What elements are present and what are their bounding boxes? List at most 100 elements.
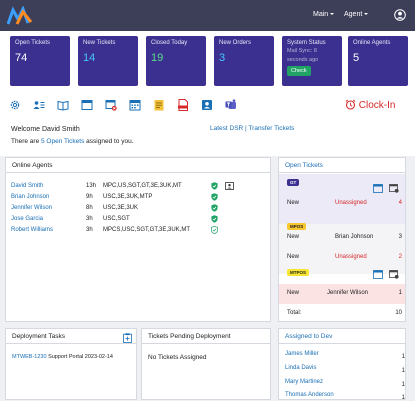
tile-closed-today[interactable]: Closed Today 19 [146, 36, 206, 86]
chevron-down-icon [364, 13, 369, 16]
tile-value: 3 [219, 52, 226, 64]
agent-skills: MPCS,USC,SGT,GT,3E,3UK,MT [103, 227, 191, 233]
agent-name[interactable]: Robert Williams [11, 227, 53, 233]
tile-online-agents[interactable]: Online Agents 5 [348, 36, 408, 86]
tile-label: System Status [287, 40, 326, 46]
stats-tiles: Open Tickets 74 New Tickets 14 Closed To… [0, 31, 415, 91]
contact-card-icon[interactable] [201, 99, 213, 111]
panel-title: Tickets Pending Deployment [142, 329, 270, 344]
ticket-row[interactable]: New Unassigned 4 [287, 200, 402, 206]
task-id-link[interactable]: MTWEB-1230 [12, 354, 47, 360]
transfer-tickets-link[interactable]: Transfer Tickets [248, 125, 294, 132]
main-menu[interactable]: Main [313, 11, 335, 18]
ticket-assignee: Unassigned [335, 254, 367, 260]
book-icon[interactable] [57, 99, 69, 111]
calendar-icon[interactable] [129, 99, 141, 111]
chevron-down-icon [330, 13, 335, 16]
tile-value: 74 [15, 52, 28, 64]
ticket-status: New [287, 254, 300, 260]
check-button[interactable]: Check [287, 66, 311, 77]
ticket-row[interactable]: New Jennifer Wilson 1 [287, 290, 402, 296]
agent-name[interactable]: Jennifer Wilson [11, 205, 52, 211]
mail-sync-time: seconds ago [287, 57, 319, 64]
dev-count: 1 [401, 395, 405, 401]
agent-name[interactable]: Jose Garcia [11, 216, 43, 222]
tile-new-tickets[interactable]: New Tickets 14 [78, 36, 138, 86]
alarm-clock-icon [345, 99, 356, 110]
tile-value: 19 [151, 52, 164, 64]
dev-count: 1 [401, 382, 405, 388]
quick-links: Latest DSR | Transfer Tickets [210, 125, 294, 132]
window-close-icon[interactable] [105, 99, 117, 111]
main-menu-label: Main [313, 11, 329, 18]
agent-hours: 8h [86, 205, 93, 211]
teams-icon[interactable] [225, 99, 237, 111]
shield-check-icon [211, 182, 218, 190]
welcome-message: Welcome David Smith [11, 126, 80, 133]
latest-dsr-link[interactable]: Latest DSR [210, 125, 243, 132]
panel-title: Open Tickets [279, 158, 405, 173]
ticket-group-mtpos: New Jennifer Wilson 1 [279, 284, 405, 304]
agent-hours: 9h [86, 194, 93, 200]
dev-count: 1 [401, 354, 405, 360]
window-close-icon[interactable] [389, 184, 399, 193]
agent-skills: USC,3E,3UK [103, 205, 139, 211]
browser-window-icon[interactable] [373, 184, 383, 193]
open-tickets-link[interactable]: 5 Open Tickets [41, 138, 84, 145]
window-close-icon[interactable] [389, 270, 399, 279]
task-date: 2023-02-14 [84, 354, 113, 360]
shield-outline-icon [211, 226, 218, 234]
queue-badge: GT [287, 179, 300, 186]
agent-skills: USC,3E,3UK,MTP [103, 194, 153, 200]
agent-skills: MPC,US,SGT,GT,3E,3UK,MT [103, 183, 182, 189]
clock-in-label: Clock-In [358, 100, 396, 111]
browser-window-icon[interactable] [81, 99, 93, 111]
user-list-icon[interactable] [33, 99, 45, 111]
shield-check-icon [211, 193, 218, 201]
ticket-row[interactable]: New Brian Johnson 3 [287, 234, 402, 240]
tickets-pending-panel: Tickets Pending Deployment No Tickets As… [141, 328, 271, 400]
online-agents-panel: Online Agents David Smith 13h MPC,US,SGT… [5, 157, 271, 322]
agent-name[interactable]: David Smith [11, 183, 43, 189]
tile-label: Online Agents [353, 40, 391, 46]
tickets-total: Total: 10 [287, 310, 402, 316]
id-card-icon[interactable] [225, 182, 234, 190]
total-label: Total: [287, 310, 302, 316]
tile-open-tickets[interactable]: Open Tickets 74 [10, 36, 70, 86]
shield-check-icon [211, 204, 218, 212]
dev-count: 1 [401, 368, 405, 374]
dev-name[interactable]: Thomas Anderson [285, 392, 334, 398]
browser-window-icon[interactable] [373, 270, 383, 279]
tile-value: 14 [83, 52, 96, 64]
notes-icon[interactable] [153, 99, 165, 111]
tile-label: Open Tickets [15, 40, 51, 46]
dev-row: Thomas Anderson 1 [285, 392, 405, 401]
agent-menu-label: Agent [344, 11, 363, 18]
dev-name[interactable]: Mary Martinez [285, 379, 323, 385]
company-logo[interactable] [7, 6, 33, 26]
tile-system-status: System Status Mail Sync: 8 seconds ago C… [282, 36, 342, 86]
gear-icon[interactable] [9, 99, 21, 111]
tile-label: New Orders [219, 40, 252, 46]
user-circle-icon[interactable] [394, 9, 406, 21]
agent-menu[interactable]: Agent [344, 11, 369, 18]
tile-label: New Tickets [83, 40, 116, 46]
ticket-count: 4 [398, 200, 402, 206]
task-project: Support Portal [48, 354, 84, 360]
tile-new-orders[interactable]: New Orders 3 [214, 36, 274, 86]
ticket-status: New [287, 200, 300, 206]
mail-sync-text: Mail Sync: 8 [287, 48, 317, 54]
tile-value: 5 [353, 52, 360, 64]
empty-state-text: No Tickets Assigned [148, 354, 207, 361]
html-file-icon[interactable] [177, 99, 189, 111]
assigned-suffix: assigned to you. [84, 138, 134, 145]
assigned-prefix: There are [11, 138, 41, 145]
dev-name[interactable]: James Miller [285, 351, 319, 357]
open-tickets-panel: Open Tickets GT New Unassigned 4 MPOS Ne… [278, 157, 406, 322]
ticket-row[interactable]: New Unassigned 2 [287, 254, 402, 260]
agent-name[interactable]: Brian Johnson [11, 194, 49, 200]
assigned-tickets-text: There are 5 Open Tickets assigned to you… [11, 138, 134, 145]
clipboard-add-icon[interactable] [123, 333, 132, 343]
clock-in-button[interactable]: Clock-In [345, 99, 395, 111]
dev-name[interactable]: Linda Davis [285, 365, 316, 371]
